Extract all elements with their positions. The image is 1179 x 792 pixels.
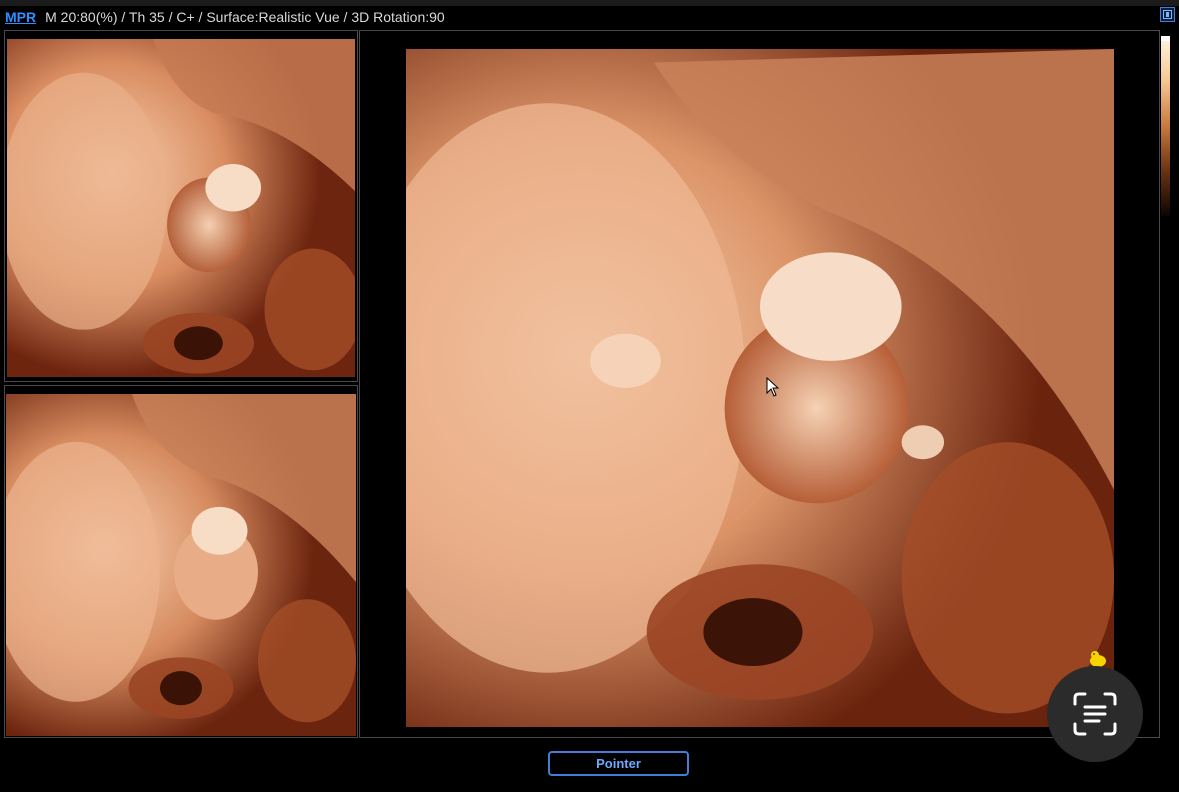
viewport-top-left[interactable] [4, 30, 358, 382]
mpr-mode-button[interactable]: MPR [5, 9, 36, 25]
viewport-bottom-left[interactable] [4, 385, 358, 738]
ultrasound-render [6, 394, 356, 736]
render-settings-text: M 20:80(%) / Th 35 / C+ / Surface:Realis… [45, 9, 445, 25]
color-map-cap [1161, 36, 1170, 41]
color-map-bar [1161, 36, 1170, 216]
text-scan-button[interactable] [1047, 666, 1143, 762]
status-bar: MPR M 20:80(%) / Th 35 / C+ / Surface:Re… [0, 6, 1179, 28]
text-scan-icon [1073, 692, 1117, 736]
ultrasound-render [7, 39, 355, 377]
viewport-main[interactable] [359, 30, 1160, 738]
screen-icon[interactable] [1160, 7, 1175, 22]
pointer-button[interactable]: Pointer [548, 751, 689, 776]
ultrasound-render [406, 49, 1114, 727]
ultrasound-screen: MPR M 20:80(%) / Th 35 / C+ / Surface:Re… [0, 0, 1179, 792]
mouse-cursor-icon [766, 377, 780, 397]
chick-icon [1090, 651, 1106, 667]
